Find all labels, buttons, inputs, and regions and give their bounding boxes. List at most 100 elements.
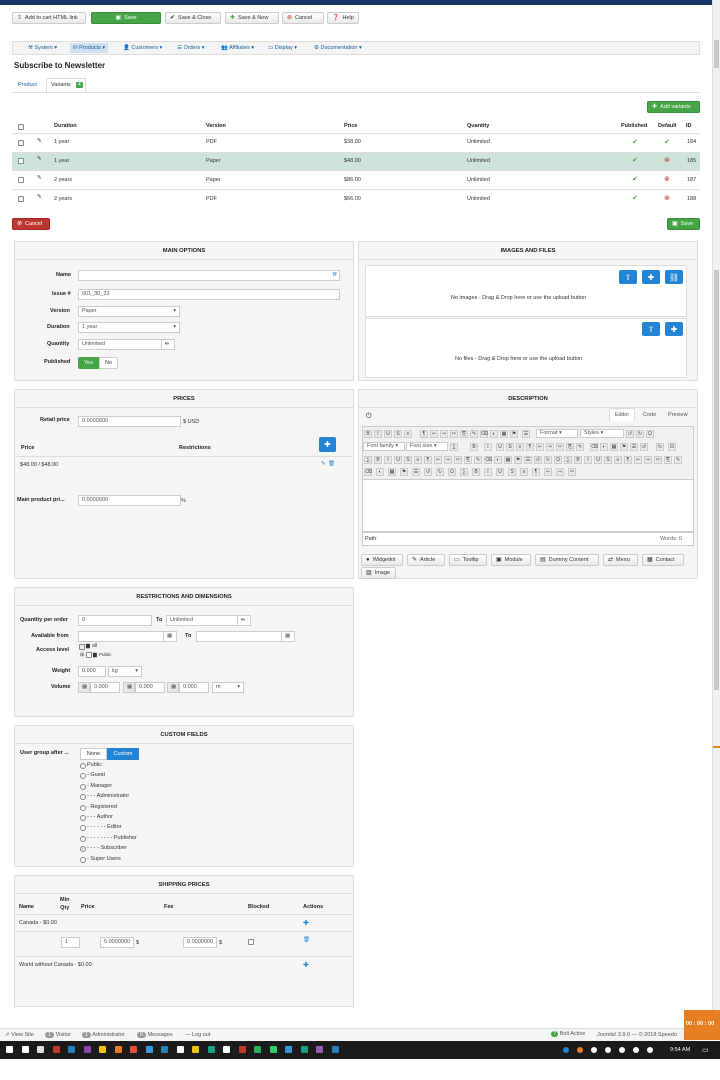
taskbar-app-icon[interactable]: [52, 1046, 60, 1053]
delete-price-icon[interactable]: 🗑: [328, 461, 335, 467]
editor-toolbar-button-icon[interactable]: ⇒: [440, 430, 448, 438]
help-button[interactable]: ❓ Help: [327, 12, 359, 24]
add-variants-button[interactable]: ✚ Add variants: [647, 101, 700, 113]
messages-status[interactable]: 0 Messages: [137, 1032, 173, 1038]
editor-toolbar-button-icon[interactable]: ⚑: [400, 468, 408, 476]
user-group-radio[interactable]: [80, 783, 86, 790]
editor-toolbar-button-icon[interactable]: ¶: [624, 456, 632, 464]
taskbar-app-icon[interactable]: [331, 1046, 339, 1053]
published-check-icon[interactable]: ✔: [632, 194, 638, 202]
issue-input[interactable]: 001_30_33: [78, 289, 340, 300]
editor-toolbar-button-icon[interactable]: ↺: [424, 468, 432, 476]
main-product-price-input[interactable]: 0.0000000: [78, 495, 181, 506]
editor-toolbar-button-icon[interactable]: ⇐: [536, 443, 544, 451]
editor-toolbar-button-icon[interactable]: ⚑: [620, 443, 628, 451]
user-group-radio[interactable]: [80, 856, 86, 863]
menu-customers[interactable]: 👤 Customers ▾: [123, 45, 162, 51]
editor-toolbar-button-icon[interactable]: ⌫: [364, 468, 372, 476]
editor-toolbar-button-icon[interactable]: ▦: [610, 443, 618, 451]
editor-toolbar-button-icon[interactable]: ⇐: [434, 456, 442, 464]
tray-icon[interactable]: [563, 1047, 569, 1053]
expand-icon[interactable]: ⊞: [80, 652, 84, 658]
power-icon[interactable]: ⏻: [366, 413, 372, 421]
font-family-select[interactable]: Font family ▾: [363, 442, 405, 451]
custom-custom-button[interactable]: Custom: [107, 748, 139, 760]
editor-toolbar-button-icon[interactable]: Ω: [448, 468, 456, 476]
editor-toolbar-button-icon[interactable]: ✎: [674, 456, 682, 464]
editor-toolbar-button-icon[interactable]: B: [364, 430, 372, 438]
windows-start-icon[interactable]: [6, 1046, 13, 1053]
contact-button[interactable]: ▦ Contact: [642, 554, 684, 566]
format-select[interactable]: Format ▾: [536, 429, 578, 438]
editor-toolbar-button-icon[interactable]: ↺: [640, 443, 648, 451]
weight-input[interactable]: 0.000: [78, 666, 106, 677]
upload-file-button[interactable]: ⇪: [642, 322, 660, 336]
edit-icon[interactable]: ✎: [37, 175, 42, 181]
editor-toolbar-button-icon[interactable]: ☰: [524, 456, 532, 464]
editor-toolbar-button-icon[interactable]: ⇒: [546, 443, 554, 451]
infinity-button[interactable]: ∞: [237, 615, 251, 626]
taskbar-app-icon[interactable]: [223, 1046, 230, 1053]
tray-icon[interactable]: [633, 1047, 639, 1053]
taskbar-app-icon[interactable]: [316, 1046, 323, 1053]
clock-widget[interactable]: 00 : 00 : 00: [684, 1010, 720, 1040]
editor-toolbar-button-icon[interactable]: ⚑: [514, 456, 522, 464]
tab-preview[interactable]: Preview: [668, 412, 688, 418]
select-all-checkbox[interactable]: [18, 124, 24, 130]
editor-toolbar-button-icon[interactable]: ▦: [500, 430, 508, 438]
editor-toolbar-button-icon[interactable]: ¶: [424, 456, 432, 464]
custom-none-button[interactable]: None: [80, 748, 107, 760]
editor-toolbar-button-icon[interactable]: ✂: [450, 430, 458, 438]
editor-toolbar-button-icon[interactable]: U: [394, 456, 402, 464]
editor-toolbar-button-icon[interactable]: ⚑: [510, 430, 518, 438]
editor-toolbar-button-icon[interactable]: ☰: [522, 430, 530, 438]
editor-toolbar-button-icon[interactable]: ✎: [470, 430, 478, 438]
editor-toolbar-button-icon[interactable]: ∑: [460, 468, 468, 476]
published-check-icon[interactable]: ✔: [632, 175, 638, 183]
editor-toolbar-button-icon[interactable]: U: [594, 456, 602, 464]
taskbar-app-icon[interactable]: [37, 1046, 44, 1053]
menu-system[interactable]: ⚒ System ▾: [28, 45, 57, 51]
published-check-icon[interactable]: ✔: [632, 156, 638, 164]
add-image-button[interactable]: ✚: [642, 270, 660, 284]
volume-length-input[interactable]: 0.000: [90, 682, 120, 693]
article-button[interactable]: ✎ Article: [407, 554, 445, 566]
editor-toolbar-button-icon[interactable]: ≡: [614, 456, 622, 464]
user-group-radio[interactable]: [80, 804, 86, 811]
editor-toolbar-button-icon[interactable]: ✎: [576, 443, 584, 451]
access-all-checkbox[interactable]: [79, 644, 85, 650]
editor-toolbar-button-icon[interactable]: ⇒: [644, 456, 652, 464]
tray-icon[interactable]: [647, 1047, 653, 1053]
calendar-icon[interactable]: ▦: [281, 631, 295, 642]
editor-toolbar-button-icon[interactable]: ↺: [534, 456, 542, 464]
editor-toolbar-button-icon[interactable]: B: [574, 456, 582, 464]
editor-toolbar-button-icon[interactable]: I: [584, 456, 592, 464]
editor-toolbar-button-icon[interactable]: ↻: [436, 468, 444, 476]
editor-toolbar-button-icon[interactable]: ⎘: [460, 430, 468, 438]
widgetkit-button[interactable]: ● Widgetkit: [361, 554, 403, 566]
editor-toolbar-button-icon[interactable]: ✂: [654, 456, 662, 464]
taskbar-app-icon[interactable]: [254, 1046, 261, 1053]
tray-icon[interactable]: [619, 1047, 625, 1053]
editor-toolbar-button-icon[interactable]: ¶: [532, 468, 540, 476]
menu-affiliates[interactable]: 👥 Affiliates ▾: [221, 45, 254, 51]
search-icon[interactable]: [21, 1046, 29, 1053]
blocked-checkbox[interactable]: [248, 939, 254, 945]
duration-select[interactable]: 1 year ▾: [78, 322, 180, 333]
editor-toolbar-button-icon[interactable]: ✎: [474, 456, 482, 464]
menu-button[interactable]: ⇄ Menu: [603, 554, 638, 566]
editor-toolbar-button-icon[interactable]: U: [496, 443, 504, 451]
module-button[interactable]: ▣ Module: [491, 554, 531, 566]
upload-image-button[interactable]: ⇪: [619, 270, 637, 284]
tab-editor[interactable]: Editor: [609, 408, 635, 421]
editor-toolbar-button-icon[interactable]: ⌫: [480, 430, 488, 438]
add-shipping-icon[interactable]: ✚: [303, 961, 309, 969]
menu-documentation[interactable]: ⚙ Documentation ▾: [314, 45, 362, 51]
menu-products[interactable]: ⛁ Products ▾: [70, 43, 109, 53]
add-price-button[interactable]: ✚: [319, 437, 336, 452]
taskbar-app-icon[interactable]: [83, 1046, 91, 1053]
editor-toolbar-button-icon[interactable]: ⌫: [484, 456, 492, 464]
taskbar-clock[interactable]: 9:54 AM: [670, 1047, 690, 1053]
editor-toolbar-button-icon[interactable]: ☰: [630, 443, 638, 451]
editor-toolbar-button-icon[interactable]: I: [374, 430, 382, 438]
